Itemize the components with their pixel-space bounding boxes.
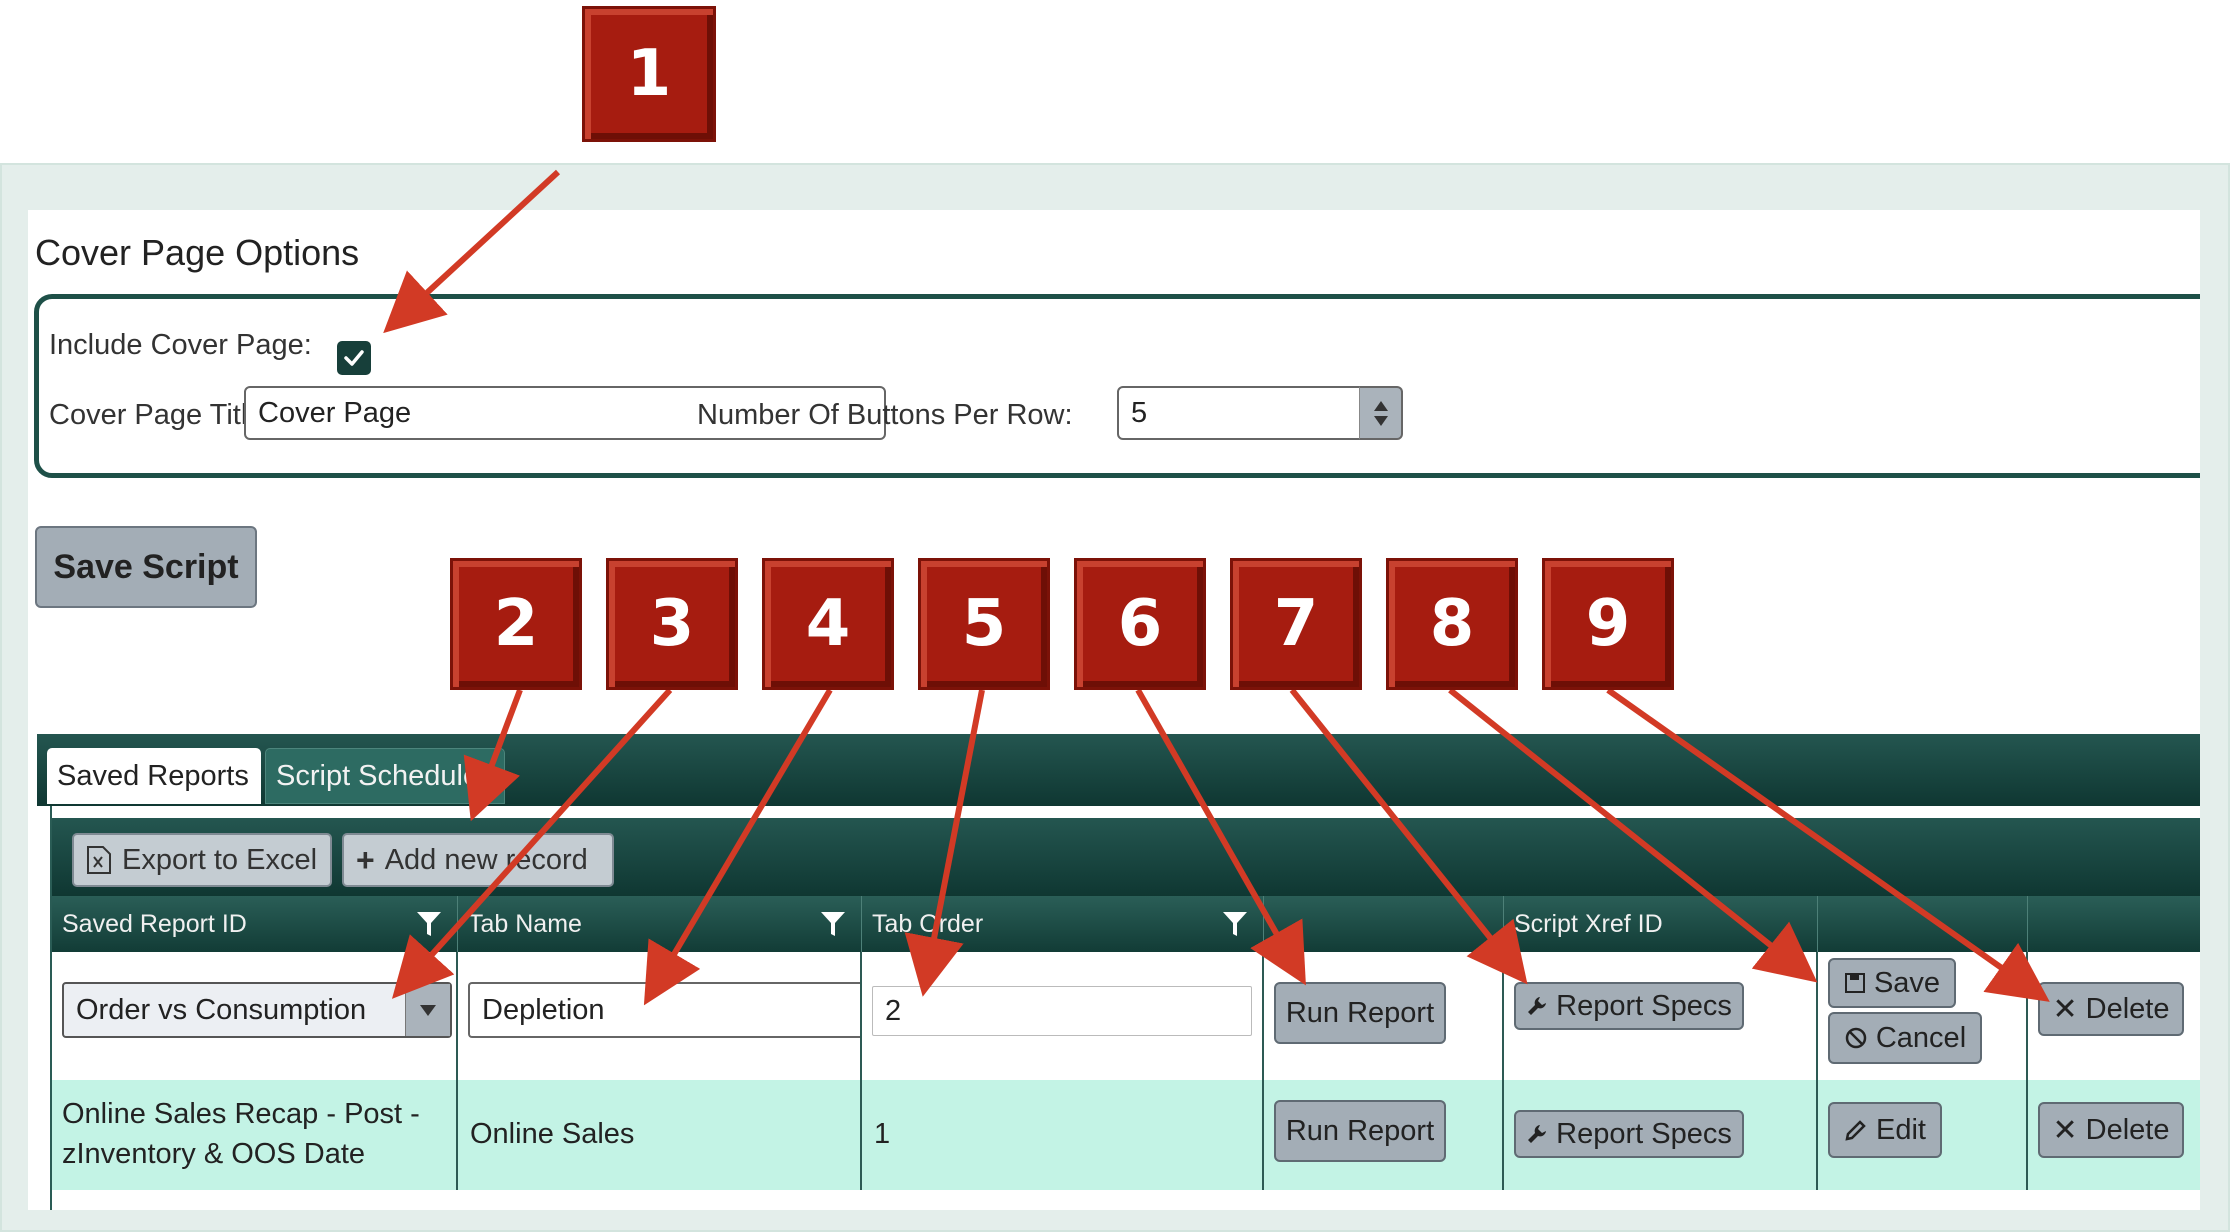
column-header-run	[1264, 896, 1504, 952]
column-header-tab-name[interactable]: Tab Name	[458, 896, 862, 952]
edit-row-button[interactable]: Edit	[1828, 1102, 1942, 1158]
cancel-row-label: Cancel	[1875, 1021, 1967, 1054]
buttons-per-row-input[interactable]	[1117, 386, 1367, 440]
tab-strip: Saved Reports Script Schedule	[37, 734, 2200, 806]
callout-badge: 6	[1074, 558, 1206, 690]
callout-badge: 4	[762, 558, 894, 690]
delete-row-button[interactable]: ✕ Delete	[2038, 982, 2184, 1036]
cover-page-title-label: Cover Page Title:	[49, 399, 272, 431]
tab-name-text: Online Sales	[470, 1118, 635, 1150]
delete-cell: ✕ Delete	[2028, 1080, 2200, 1190]
tab-order-cell: 1	[862, 1080, 1264, 1190]
spinner-up-icon[interactable]	[1373, 400, 1388, 411]
saved-report-dropdown[interactable]: Order vs Consumption	[62, 982, 452, 1038]
cover-page-options-box: Include Cover Page: Cover Page Title: Nu…	[34, 294, 2200, 478]
add-new-record-button[interactable]: + Add new record	[342, 833, 614, 887]
report-id-line: zInventory & OOS Date	[62, 1138, 366, 1170]
filter-icon[interactable]	[416, 910, 442, 938]
tab-order-input[interactable]	[872, 986, 1252, 1036]
column-header-saved-report-id[interactable]: Saved Report ID	[52, 896, 458, 952]
callout-badge: 7	[1230, 558, 1362, 690]
run-report-cell: Run Report	[1264, 952, 1504, 1080]
tab-name-cell: Online Sales	[458, 1080, 862, 1190]
chevron-down-icon[interactable]	[405, 984, 450, 1036]
callout-badge: 2	[450, 558, 582, 690]
cover-page-heading: Cover Page Options	[35, 232, 360, 273]
include-cover-page-label: Include Cover Page:	[49, 329, 312, 361]
tab-order-cell	[862, 952, 1264, 1080]
save-row-label: Save	[1873, 966, 1941, 999]
content-area: Cover Page Options Include Cover Page: C…	[28, 210, 2200, 1210]
callout-badge: 1	[582, 6, 716, 142]
saved-reports-grid: Export to Excel + Add new record Saved R…	[50, 806, 2200, 1210]
delete-label: Delete	[2085, 1113, 2170, 1146]
report-id-cell: Online Sales Recap - Post - zInventory &…	[52, 1080, 458, 1190]
callout-badge: 9	[1542, 558, 1674, 690]
filter-icon[interactable]	[1222, 910, 1248, 938]
number-spinner[interactable]	[1359, 386, 1403, 440]
column-header-tab-order[interactable]: Tab Order	[862, 896, 1264, 952]
grid-toolbar: Export to Excel + Add new record	[52, 818, 2200, 896]
pencil-icon	[1845, 1120, 1866, 1141]
report-id-cell: Order vs Consumption	[52, 952, 458, 1080]
column-header-label: Script Xref ID	[1514, 909, 1663, 938]
include-cover-page-checkbox[interactable]	[337, 341, 371, 375]
script-xref-cell: Report Specs	[1504, 952, 1818, 1080]
cancel-row-button[interactable]: Cancel	[1828, 1012, 1982, 1064]
edit-label: Edit	[1876, 1113, 1926, 1146]
report-id-line: Online Sales Recap - Post -	[62, 1098, 420, 1130]
excel-file-icon	[87, 846, 111, 874]
run-report-button[interactable]: Run Report	[1274, 1100, 1446, 1162]
report-specs-label: Report Specs	[1556, 989, 1732, 1022]
delete-row-button[interactable]: ✕ Delete	[2038, 1102, 2184, 1158]
wrench-icon	[1528, 997, 1547, 1015]
add-new-record-label: Add new record	[384, 843, 588, 876]
script-xref-cell: Report Specs	[1504, 1080, 1818, 1190]
run-report-cell: Run Report	[1264, 1080, 1504, 1190]
run-report-button[interactable]: Run Report	[1274, 982, 1446, 1044]
callout-badge: 5	[918, 558, 1050, 690]
table-row-editing: Order vs Consumption Run Report Report S…	[52, 952, 2200, 1080]
wrench-icon	[1528, 1125, 1547, 1143]
grid-header-row: Saved Report ID Tab Name Tab Order Scrip…	[52, 896, 2200, 952]
tab-saved-reports[interactable]: Saved Reports	[47, 748, 261, 804]
buttons-per-row-label: Number Of Buttons Per Row:	[697, 399, 1073, 431]
save-script-button[interactable]: Save Script	[35, 526, 257, 608]
delete-label: Delete	[2085, 992, 2170, 1025]
column-header-label: Tab Order	[872, 909, 984, 938]
tab-name-cell	[458, 952, 862, 1080]
column-header-script-xref-id[interactable]: Script Xref ID	[1504, 896, 1818, 952]
table-row[interactable]: Online Sales Recap - Post - zInventory &…	[52, 1080, 2200, 1190]
floppy-disk-icon	[1844, 973, 1865, 993]
report-specs-button[interactable]: Report Specs	[1514, 982, 1744, 1030]
export-excel-label: Export to Excel	[122, 843, 318, 876]
checkmark-icon	[344, 350, 364, 366]
save-row-button[interactable]: Save	[1828, 958, 1956, 1008]
export-excel-button[interactable]: Export to Excel	[72, 833, 332, 887]
column-header-delete	[2028, 896, 2200, 952]
column-header-commands	[1818, 896, 2028, 952]
filter-icon[interactable]	[820, 910, 846, 938]
close-icon: ✕	[2052, 1113, 2078, 1147]
callout-badge: 8	[1386, 558, 1518, 690]
close-icon: ✕	[2052, 992, 2078, 1026]
tab-script-schedule[interactable]: Script Schedule	[265, 748, 505, 804]
tab-name-input[interactable]	[468, 982, 860, 1038]
report-specs-label: Report Specs	[1556, 1117, 1732, 1150]
tab-order-text: 1	[874, 1118, 891, 1150]
callout-badge: 3	[606, 558, 738, 690]
report-specs-button[interactable]: Report Specs	[1514, 1110, 1744, 1158]
commands-cell: Edit	[1818, 1080, 2028, 1190]
cancel-icon	[1845, 1027, 1867, 1049]
column-header-label: Tab Name	[468, 909, 582, 938]
report-id-text: Online Sales Recap - Post - zInventory &…	[62, 1094, 420, 1174]
column-header-label: Saved Report ID	[62, 909, 247, 938]
spinner-down-icon[interactable]	[1373, 415, 1388, 426]
plus-icon: +	[356, 841, 375, 878]
commands-cell: Save Cancel	[1818, 952, 2028, 1080]
delete-cell: ✕ Delete	[2028, 952, 2200, 1080]
dropdown-value: Order vs Consumption	[76, 994, 367, 1026]
